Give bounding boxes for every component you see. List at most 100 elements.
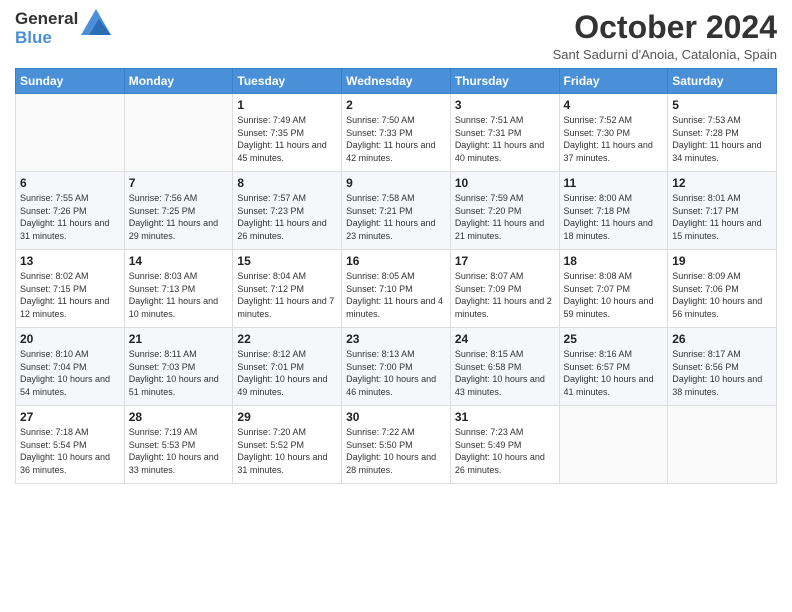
cell-info: Sunrise: 7:57 AM Sunset: 7:23 PM Dayligh… [237,192,337,242]
day-number: 25 [564,332,664,346]
calendar-cell: 18 Sunrise: 8:08 AM Sunset: 7:07 PM Dayli… [559,250,668,328]
day-number: 31 [455,410,555,424]
day-number: 13 [20,254,120,268]
cell-info: Sunrise: 8:10 AM Sunset: 7:04 PM Dayligh… [20,348,120,398]
calendar-week-row: 13 Sunrise: 8:02 AM Sunset: 7:15 PM Dayli… [16,250,777,328]
day-number: 11 [564,176,664,190]
cell-info: Sunrise: 8:02 AM Sunset: 7:15 PM Dayligh… [20,270,120,320]
col-monday: Monday [124,69,233,94]
col-sunday: Sunday [16,69,125,94]
day-number: 15 [237,254,337,268]
calendar-cell: 13 Sunrise: 8:02 AM Sunset: 7:15 PM Dayli… [16,250,125,328]
calendar-cell: 31 Sunrise: 7:23 AM Sunset: 5:49 PM Dayli… [450,406,559,484]
col-thursday: Thursday [450,69,559,94]
day-number: 28 [129,410,229,424]
day-number: 1 [237,98,337,112]
calendar-cell: 20 Sunrise: 8:10 AM Sunset: 7:04 PM Dayli… [16,328,125,406]
day-number: 9 [346,176,446,190]
cell-info: Sunrise: 7:59 AM Sunset: 7:20 PM Dayligh… [455,192,555,242]
day-number: 27 [20,410,120,424]
calendar-cell: 2 Sunrise: 7:50 AM Sunset: 7:33 PM Daylig… [342,94,451,172]
calendar-cell: 1 Sunrise: 7:49 AM Sunset: 7:35 PM Daylig… [233,94,342,172]
calendar-cell: 16 Sunrise: 8:05 AM Sunset: 7:10 PM Dayli… [342,250,451,328]
calendar-week-row: 1 Sunrise: 7:49 AM Sunset: 7:35 PM Daylig… [16,94,777,172]
calendar-header-row: Sunday Monday Tuesday Wednesday Thursday… [16,69,777,94]
day-number: 29 [237,410,337,424]
calendar-cell: 22 Sunrise: 8:12 AM Sunset: 7:01 PM Dayli… [233,328,342,406]
col-saturday: Saturday [668,69,777,94]
calendar-cell: 5 Sunrise: 7:53 AM Sunset: 7:28 PM Daylig… [668,94,777,172]
cell-info: Sunrise: 7:23 AM Sunset: 5:49 PM Dayligh… [455,426,555,476]
calendar-cell: 26Sunrise: 8:17 AM Sunset: 6:56 PM Dayli… [668,328,777,406]
cell-info: Sunrise: 8:03 AM Sunset: 7:13 PM Dayligh… [129,270,229,320]
day-number: 22 [237,332,337,346]
logo: General Blue [15,10,111,47]
calendar-cell [16,94,125,172]
cell-info: Sunrise: 8:13 AM Sunset: 7:00 PM Dayligh… [346,348,446,398]
day-number: 6 [20,176,120,190]
day-number: 18 [564,254,664,268]
day-number: 8 [237,176,337,190]
col-friday: Friday [559,69,668,94]
calendar-week-row: 27Sunrise: 7:18 AM Sunset: 5:54 PM Dayli… [16,406,777,484]
cell-info: Sunrise: 7:53 AM Sunset: 7:28 PM Dayligh… [672,114,772,164]
calendar-cell [124,94,233,172]
cell-info: Sunrise: 7:58 AM Sunset: 7:21 PM Dayligh… [346,192,446,242]
calendar-cell: 29 Sunrise: 7:20 AM Sunset: 5:52 PM Dayli… [233,406,342,484]
calendar-cell: 17Sunrise: 8:07 AM Sunset: 7:09 PM Dayli… [450,250,559,328]
day-number: 17 [455,254,555,268]
cell-info: Sunrise: 8:09 AM Sunset: 7:06 PM Dayligh… [672,270,772,320]
title-block: October 2024 Sant Sadurni d'Anoia, Catal… [553,10,777,62]
cell-info: Sunrise: 8:11 AM Sunset: 7:03 PM Dayligh… [129,348,229,398]
cell-info: Sunrise: 7:50 AM Sunset: 7:33 PM Dayligh… [346,114,446,164]
logo-icon [81,9,111,40]
cell-info: Sunrise: 7:19 AM Sunset: 5:53 PM Dayligh… [129,426,229,476]
day-number: 24 [455,332,555,346]
cell-info: Sunrise: 7:49 AM Sunset: 7:35 PM Dayligh… [237,114,337,164]
day-number: 20 [20,332,120,346]
calendar-cell: 28 Sunrise: 7:19 AM Sunset: 5:53 PM Dayli… [124,406,233,484]
calendar-cell: 21 Sunrise: 8:11 AM Sunset: 7:03 PM Dayli… [124,328,233,406]
calendar-cell: 25 Sunrise: 8:16 AM Sunset: 6:57 PM Dayli… [559,328,668,406]
calendar-cell: 9 Sunrise: 7:58 AM Sunset: 7:21 PM Daylig… [342,172,451,250]
cell-info: Sunrise: 7:52 AM Sunset: 7:30 PM Dayligh… [564,114,664,164]
calendar-cell: 14Sunrise: 8:03 AM Sunset: 7:13 PM Dayli… [124,250,233,328]
logo-line2: Blue [15,29,78,48]
cell-info: Sunrise: 8:00 AM Sunset: 7:18 PM Dayligh… [564,192,664,242]
day-number: 10 [455,176,555,190]
calendar-cell: 10 Sunrise: 7:59 AM Sunset: 7:20 PM Dayli… [450,172,559,250]
calendar-cell: 12Sunrise: 8:01 AM Sunset: 7:17 PM Dayli… [668,172,777,250]
day-number: 16 [346,254,446,268]
calendar-cell: 8 Sunrise: 7:57 AM Sunset: 7:23 PM Daylig… [233,172,342,250]
calendar-cell: 15Sunrise: 8:04 AM Sunset: 7:12 PM Dayli… [233,250,342,328]
day-number: 23 [346,332,446,346]
calendar-cell: 24Sunrise: 8:15 AM Sunset: 6:58 PM Dayli… [450,328,559,406]
cell-info: Sunrise: 8:16 AM Sunset: 6:57 PM Dayligh… [564,348,664,398]
calendar-cell: 3Sunrise: 7:51 AM Sunset: 7:31 PM Daylig… [450,94,559,172]
day-number: 26 [672,332,772,346]
day-number: 4 [564,98,664,112]
calendar-cell: 30 Sunrise: 7:22 AM Sunset: 5:50 PM Dayli… [342,406,451,484]
cell-info: Sunrise: 7:56 AM Sunset: 7:25 PM Dayligh… [129,192,229,242]
day-number: 7 [129,176,229,190]
cell-info: Sunrise: 7:20 AM Sunset: 5:52 PM Dayligh… [237,426,337,476]
calendar-cell: 23 Sunrise: 8:13 AM Sunset: 7:00 PM Dayli… [342,328,451,406]
day-number: 21 [129,332,229,346]
cell-info: Sunrise: 7:22 AM Sunset: 5:50 PM Dayligh… [346,426,446,476]
cell-info: Sunrise: 8:05 AM Sunset: 7:10 PM Dayligh… [346,270,446,320]
calendar-cell: 27Sunrise: 7:18 AM Sunset: 5:54 PM Dayli… [16,406,125,484]
calendar-cell [668,406,777,484]
calendar-week-row: 6 Sunrise: 7:55 AM Sunset: 7:26 PM Daylig… [16,172,777,250]
cell-info: Sunrise: 7:51 AM Sunset: 7:31 PM Dayligh… [455,114,555,164]
cell-info: Sunrise: 7:55 AM Sunset: 7:26 PM Dayligh… [20,192,120,242]
cell-info: Sunrise: 8:08 AM Sunset: 7:07 PM Dayligh… [564,270,664,320]
day-number: 30 [346,410,446,424]
col-tuesday: Tuesday [233,69,342,94]
calendar-cell: 4 Sunrise: 7:52 AM Sunset: 7:30 PM Daylig… [559,94,668,172]
cell-info: Sunrise: 8:12 AM Sunset: 7:01 PM Dayligh… [237,348,337,398]
month-title: October 2024 [553,10,777,45]
day-number: 2 [346,98,446,112]
day-number: 5 [672,98,772,112]
calendar-cell: 11 Sunrise: 8:00 AM Sunset: 7:18 PM Dayli… [559,172,668,250]
calendar-table: Sunday Monday Tuesday Wednesday Thursday… [15,68,777,484]
